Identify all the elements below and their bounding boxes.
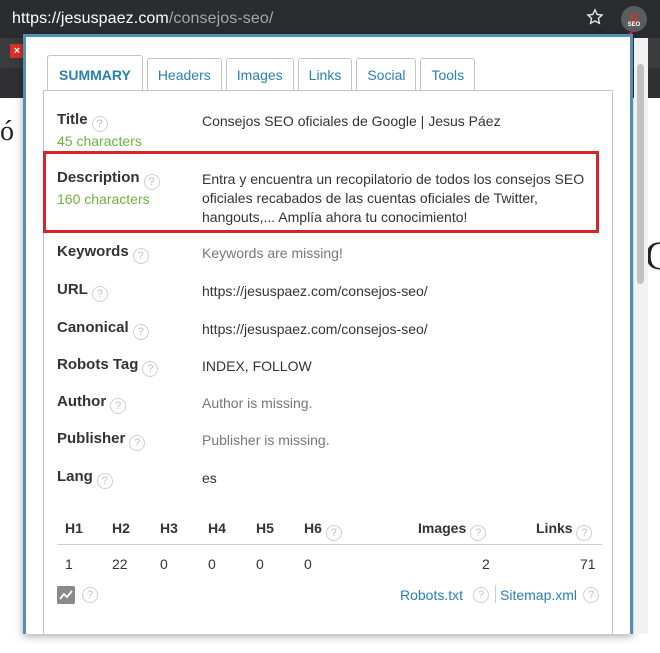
table-value-h1: 1 xyxy=(65,556,73,572)
canonical-label: Canonical? xyxy=(57,319,149,340)
page-scrollbar-thumb[interactable] xyxy=(637,64,644,284)
lang-label-text: Lang xyxy=(57,468,93,485)
robots-tag-value: INDEX, FOLLOW xyxy=(202,358,312,374)
help-icon[interactable]: ? xyxy=(91,286,108,302)
tab-links[interactable]: Links xyxy=(297,58,353,90)
sitemap-xml-link[interactable]: Sitemap.xml xyxy=(500,587,577,603)
help-icon[interactable]: ? xyxy=(325,525,342,541)
url-path: /consejos-seo/ xyxy=(168,10,274,27)
help-icon[interactable]: ? xyxy=(82,587,98,603)
url-label: URL? xyxy=(57,281,108,302)
table-value-h3: 0 xyxy=(160,556,168,572)
help-icon[interactable]: ? xyxy=(132,248,149,264)
url-label-text: URL xyxy=(57,281,88,298)
table-value-h4: 0 xyxy=(208,556,216,572)
publisher-label-text: Publisher xyxy=(57,430,126,447)
chart-icon[interactable] xyxy=(57,586,75,604)
seo-popup-content: SUMMARY Headers Images Links Social Tool… xyxy=(26,37,630,635)
url-text[interactable]: https://jesuspaez.com/consejos-seo/ xyxy=(12,10,273,28)
table-header-h6-text: H6 xyxy=(304,520,322,536)
canonical-value: https://jesuspaez.com/consejos-seo/ xyxy=(202,321,428,337)
bookmark-favicon-icon[interactable]: × xyxy=(10,44,24,58)
table-value-h5: 0 xyxy=(256,556,264,572)
tab-images[interactable]: Images xyxy=(225,58,294,90)
table-header-links-text: Links xyxy=(536,520,573,536)
bookmark-star-icon[interactable] xyxy=(586,8,604,26)
table-header-h3: H3 xyxy=(160,520,178,536)
tab-bar: SUMMARY Headers Images Links Social Tool… xyxy=(47,55,479,90)
tab-tools[interactable]: Tools xyxy=(420,58,476,90)
lang-label: Lang? xyxy=(57,468,113,489)
title-value: Consejos SEO oficiales de Google | Jesus… xyxy=(202,113,501,129)
help-icon[interactable]: ? xyxy=(470,525,487,541)
tab-social[interactable]: Social xyxy=(356,58,417,90)
table-value-links: 71 xyxy=(580,556,596,572)
table-header-h1: H1 xyxy=(65,520,83,536)
table-header-images: Images ? xyxy=(418,520,487,541)
help-icon[interactable]: ? xyxy=(91,116,108,132)
title-label: Title? xyxy=(57,111,108,132)
title-label-text: Title xyxy=(57,111,88,128)
publisher-label: Publisher? xyxy=(57,430,146,451)
help-icon[interactable]: ? xyxy=(129,435,146,451)
table-header-h2: H2 xyxy=(112,520,130,536)
table-divider xyxy=(57,544,602,545)
tab-headers[interactable]: Headers xyxy=(146,58,222,90)
canonical-label-text: Canonical xyxy=(57,319,129,336)
tab-summary[interactable]: SUMMARY xyxy=(47,55,143,90)
description-highlight-box xyxy=(43,151,599,233)
url-host: https://jesuspaez.com xyxy=(12,10,169,27)
table-value-h6: 0 xyxy=(304,556,312,572)
url-value: https://jesuspaez.com/consejos-seo/ xyxy=(202,283,428,299)
help-icon[interactable]: ? xyxy=(110,398,127,414)
keywords-value: Keywords are missing! xyxy=(202,245,343,261)
table-header-h6: H6 ? xyxy=(304,520,342,541)
robots-txt-link[interactable]: Robots.txt xyxy=(400,587,463,603)
help-icon[interactable]: ? xyxy=(576,525,593,541)
address-bar[interactable]: https://jesuspaez.com/consejos-seo/ S SE… xyxy=(0,0,660,38)
table-header-h5: H5 xyxy=(256,520,274,536)
table-value-h2: 22 xyxy=(112,556,128,572)
author-value: Author is missing. xyxy=(202,395,313,411)
robots-tag-label: Robots Tag? xyxy=(57,356,159,377)
help-icon[interactable]: ? xyxy=(473,587,489,603)
author-label-text: Author xyxy=(57,393,107,410)
keywords-label: Keywords? xyxy=(57,243,149,264)
title-char-count: 45 characters xyxy=(57,133,142,149)
publisher-value: Publisher is missing. xyxy=(202,432,330,448)
lang-value: es xyxy=(202,470,217,486)
help-icon[interactable]: ? xyxy=(583,587,599,603)
keywords-label-text: Keywords xyxy=(57,243,129,260)
table-header-images-text: Images xyxy=(418,520,467,536)
link-separator xyxy=(495,585,496,603)
help-icon[interactable]: ? xyxy=(142,361,159,377)
table-header-h4: H4 xyxy=(208,520,226,536)
robots-tag-label-text: Robots Tag xyxy=(57,356,139,373)
help-icon[interactable]: ? xyxy=(132,324,149,340)
table-header-links: Links ? xyxy=(536,520,593,541)
author-label: Author? xyxy=(57,393,127,414)
table-value-images: 2 xyxy=(482,556,490,572)
background-heading-fragment: ó xyxy=(0,116,14,147)
help-icon[interactable]: ? xyxy=(96,473,113,489)
seo-popup: SUMMARY Headers Images Links Social Tool… xyxy=(23,34,633,635)
